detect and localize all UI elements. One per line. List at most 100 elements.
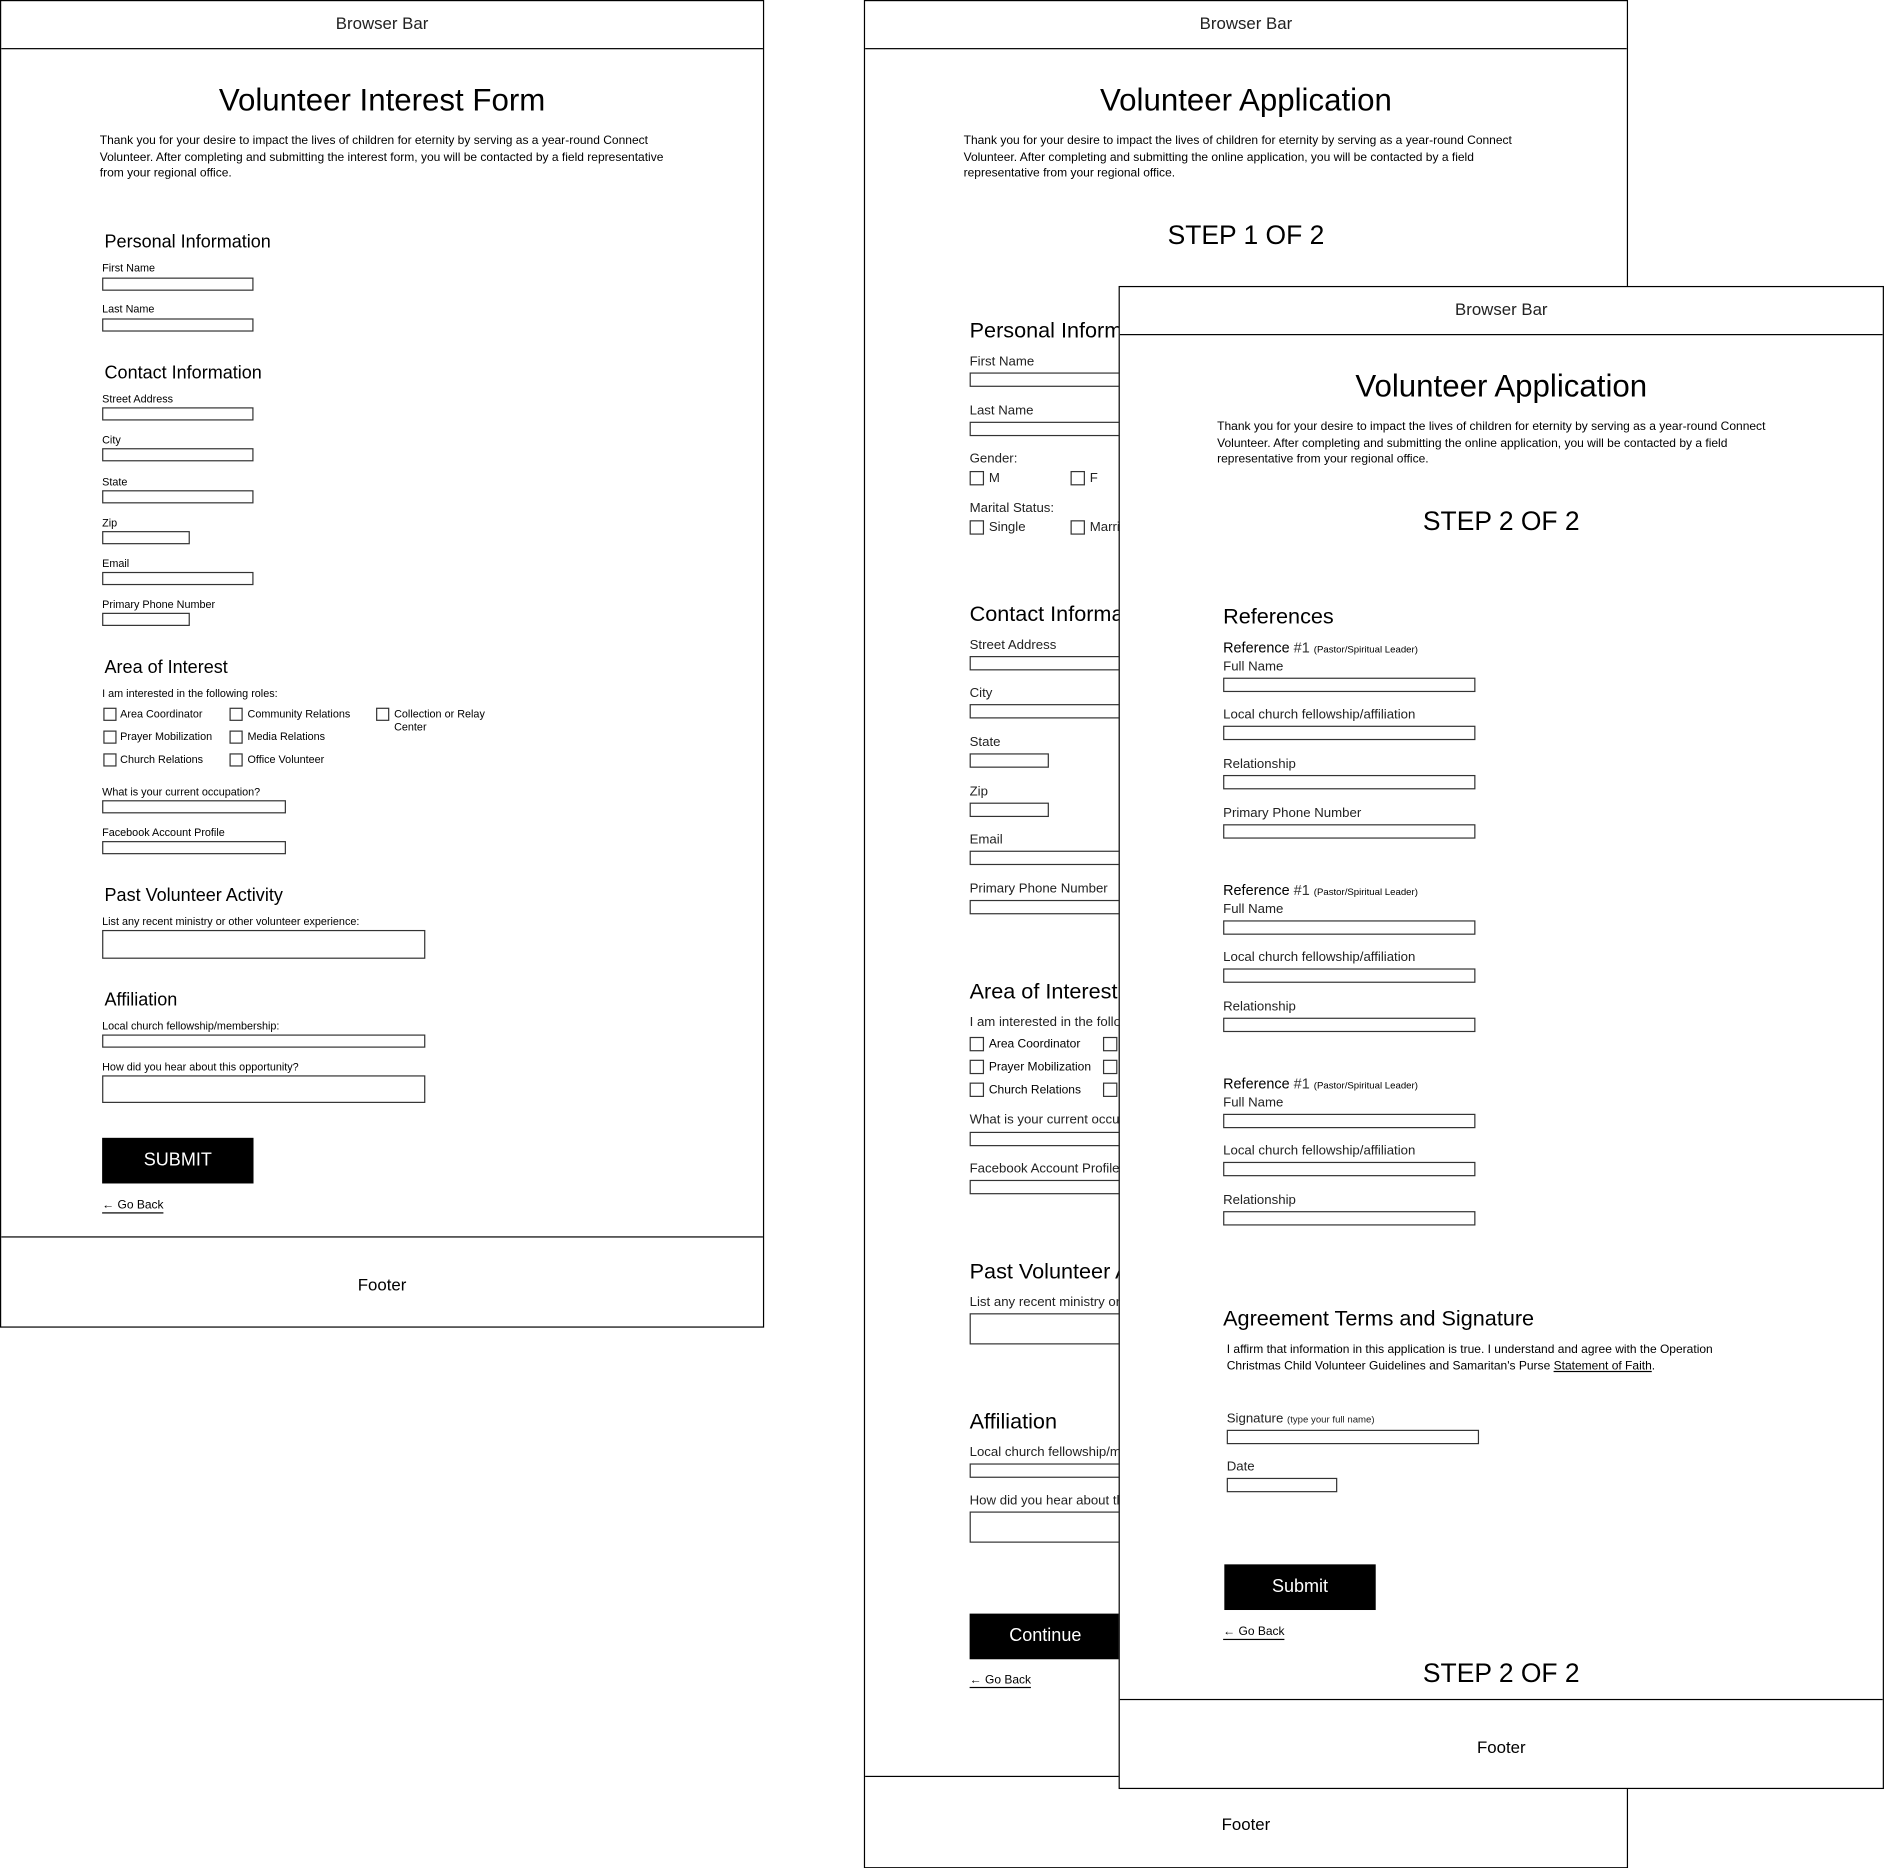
checkbox-collection-relay-center[interactable] bbox=[376, 707, 390, 721]
reference2-church-input[interactable] bbox=[1223, 968, 1476, 983]
section-heading-affiliation: Affiliation bbox=[969, 1409, 1057, 1434]
reference-heading: Reference #1 (Pastor/Spiritual Leader) bbox=[1223, 639, 1418, 657]
city-label: City bbox=[969, 686, 993, 701]
step-indicator: STEP 2 OF 2 bbox=[1422, 505, 1580, 536]
occupation-input[interactable] bbox=[102, 800, 286, 814]
last-name-label: Last Name bbox=[969, 403, 1034, 419]
church-label: Local church fellowship/affiliation bbox=[1223, 950, 1416, 965]
go-back-label: Go Back bbox=[117, 1199, 164, 1213]
city-label: City bbox=[102, 433, 121, 446]
section-heading-agreement: Agreement Terms and Signature bbox=[1223, 1306, 1535, 1331]
date-input[interactable] bbox=[1226, 1477, 1338, 1493]
reference3-full-name-input[interactable] bbox=[1223, 1113, 1476, 1129]
checkbox-prayer-mobilization[interactable] bbox=[103, 730, 117, 744]
go-back-link[interactable]: ← Go Back bbox=[1223, 1625, 1285, 1641]
reference3-relationship-input[interactable] bbox=[1223, 1211, 1476, 1226]
arrow-left-icon: ← bbox=[102, 1199, 118, 1213]
heard-label: How did you hear about this opportunity? bbox=[102, 1060, 299, 1073]
reference1-relationship-input[interactable] bbox=[1223, 774, 1476, 790]
church-label: Local church fellowship/affiliation bbox=[1223, 1143, 1416, 1159]
past-activity-textarea[interactable] bbox=[102, 929, 426, 959]
reference-heading: Reference #1 (Pastor/Spiritual Leader) bbox=[1223, 1075, 1418, 1093]
statement-of-faith-link[interactable]: Statement of Faith bbox=[1554, 1360, 1652, 1373]
checkbox-office-volunteer[interactable] bbox=[229, 753, 243, 767]
reference3-church-input[interactable] bbox=[1223, 1161, 1476, 1177]
full-name-label: Full Name bbox=[1223, 659, 1284, 675]
date-label: Date bbox=[1226, 1459, 1255, 1475]
footer: Footer bbox=[865, 1775, 1627, 1867]
checkbox-role[interactable] bbox=[1102, 1082, 1118, 1097]
checkbox-prayer-mobilization[interactable] bbox=[969, 1059, 985, 1075]
checkbox-area-coordinator[interactable] bbox=[103, 707, 117, 721]
reference1-phone-input[interactable] bbox=[1223, 824, 1476, 839]
section-heading-affiliation: Affiliation bbox=[104, 990, 178, 1011]
browser-bar: Browser Bar bbox=[865, 1, 1627, 50]
church-label: Local church fellowship/membership: bbox=[102, 1020, 280, 1033]
facebook-label: Facebook Account Profile bbox=[969, 1161, 1120, 1177]
checkbox-single[interactable] bbox=[969, 520, 985, 535]
interest-form-window: Browser Bar Volunteer Interest Form Than… bbox=[0, 0, 765, 1328]
last-name-label: Last Name bbox=[102, 302, 155, 315]
step-indicator: STEP 1 OF 2 bbox=[1167, 219, 1325, 250]
facebook-input[interactable] bbox=[102, 841, 286, 855]
state-input[interactable] bbox=[969, 753, 1049, 768]
state-input[interactable] bbox=[102, 490, 254, 504]
reference2-full-name-input[interactable] bbox=[1223, 920, 1476, 935]
checkbox-church-relations[interactable] bbox=[103, 753, 117, 767]
reference1-church-input[interactable] bbox=[1223, 725, 1476, 741]
go-back-link[interactable]: ← Go Back bbox=[102, 1199, 164, 1214]
role-label: Prayer Mobilization bbox=[120, 730, 213, 743]
phone-label: Primary Phone Number bbox=[102, 598, 216, 611]
checkbox-gender-m[interactable] bbox=[969, 470, 985, 486]
intro-text: Thank you for your desire to impact the … bbox=[99, 134, 664, 181]
section-heading-past: Past Volunteer Activity bbox=[104, 885, 283, 906]
submit-button[interactable]: SUBMIT bbox=[102, 1137, 254, 1184]
checkbox-role[interactable] bbox=[1102, 1059, 1118, 1075]
street-input[interactable] bbox=[102, 407, 254, 421]
gender-label: Gender: bbox=[969, 451, 1018, 467]
relationship-label: Relationship bbox=[1223, 999, 1296, 1015]
footer: Footer bbox=[1119, 1698, 1883, 1788]
city-input[interactable] bbox=[102, 448, 254, 462]
signature-label: Signature (type your full name) bbox=[1226, 1411, 1375, 1427]
go-back-link[interactable]: ← Go Back bbox=[969, 1674, 1032, 1689]
go-back-label: Go Back bbox=[1238, 1625, 1285, 1639]
phone-label: Primary Phone Number bbox=[1223, 806, 1362, 821]
submit-button[interactable]: Submit bbox=[1224, 1564, 1376, 1611]
state-label: State bbox=[969, 735, 1001, 750]
marital-label: Marital Status: bbox=[969, 501, 1055, 516]
gender-f-label: F bbox=[1089, 470, 1098, 486]
reference2-relationship-input[interactable] bbox=[1223, 1017, 1476, 1033]
phone-label: Primary Phone Number bbox=[969, 881, 1108, 897]
heard-textarea[interactable] bbox=[102, 1075, 426, 1103]
checkbox-community-relations[interactable] bbox=[229, 707, 243, 721]
role-label: Church Relations bbox=[988, 1083, 1082, 1097]
zip-input[interactable] bbox=[969, 802, 1049, 818]
checkbox-role[interactable] bbox=[1102, 1036, 1118, 1052]
email-label: Email bbox=[102, 557, 130, 570]
checkbox-media-relations[interactable] bbox=[229, 730, 243, 744]
role-label: Media Relations bbox=[247, 730, 326, 743]
checkbox-gender-f[interactable] bbox=[1070, 470, 1085, 486]
checkbox-married[interactable] bbox=[1070, 520, 1085, 535]
continue-button[interactable]: Continue bbox=[969, 1613, 1121, 1660]
church-input[interactable] bbox=[102, 1034, 426, 1048]
zip-input[interactable] bbox=[102, 531, 190, 545]
signature-input[interactable] bbox=[1226, 1429, 1480, 1445]
gender-m-label: M bbox=[988, 470, 1000, 486]
intro-text: Thank you for your desire to impact the … bbox=[963, 134, 1512, 181]
email-input[interactable] bbox=[102, 571, 254, 586]
facebook-label: Facebook Account Profile bbox=[102, 826, 225, 839]
email-label: Email bbox=[969, 832, 1003, 848]
reference1-full-name-input[interactable] bbox=[1223, 677, 1476, 693]
section-heading-interest: Area of Interest bbox=[969, 979, 1118, 1004]
checkbox-church-relations[interactable] bbox=[969, 1082, 985, 1097]
page-title: Volunteer Application bbox=[1355, 367, 1648, 404]
section-heading-personal: Personal Information bbox=[104, 231, 271, 253]
phone-input[interactable] bbox=[102, 612, 190, 626]
past-prompt: List any recent ministry or other volunt… bbox=[102, 915, 360, 928]
first-name-input[interactable] bbox=[102, 277, 254, 291]
checkbox-area-coordinator[interactable] bbox=[969, 1036, 985, 1052]
last-name-input[interactable] bbox=[102, 318, 254, 332]
street-label: Street Address bbox=[102, 392, 174, 405]
